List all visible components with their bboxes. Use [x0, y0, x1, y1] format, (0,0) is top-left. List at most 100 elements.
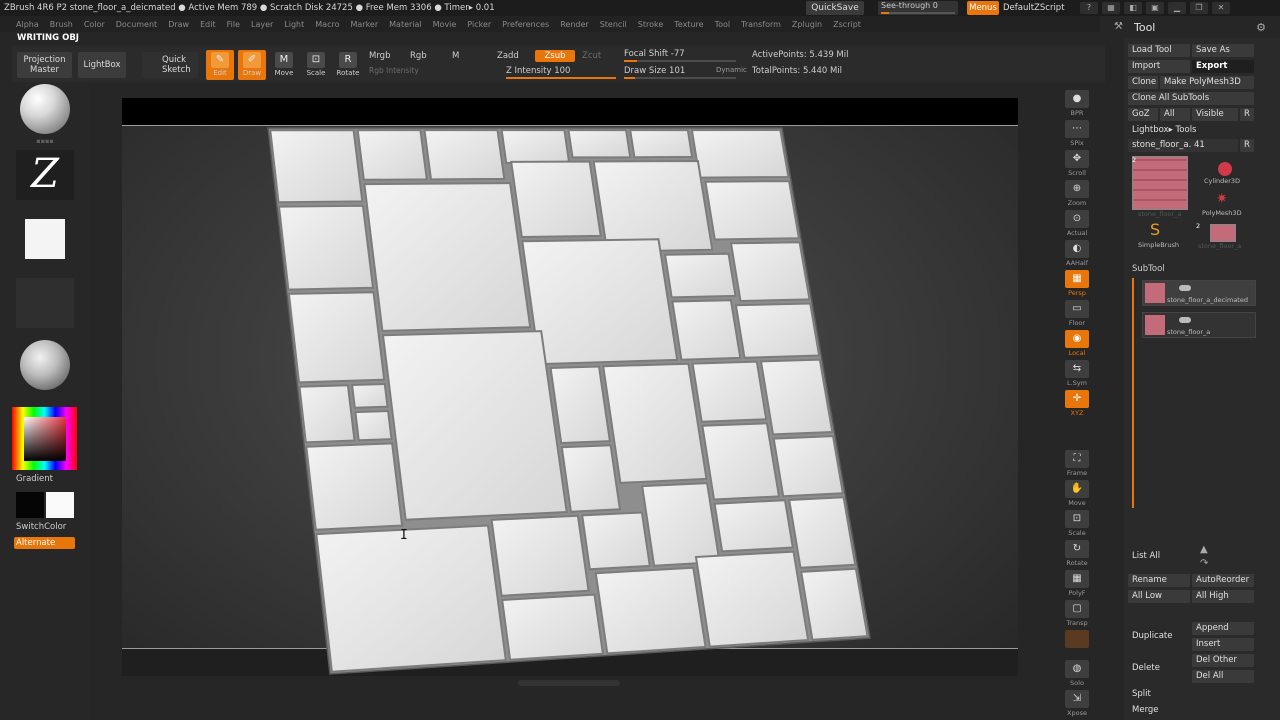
menu-item-edit[interactable]: Edit: [200, 20, 216, 29]
arrow-down-icon[interactable]: ↷: [1200, 558, 1208, 569]
shelf-frame-button[interactable]: ⛶ Frame: [1062, 448, 1092, 478]
scale-button[interactable]: ⊡ Scale: [302, 50, 330, 80]
append-button[interactable]: Append: [1192, 622, 1254, 635]
switch-color-button[interactable]: SwitchColor: [16, 522, 66, 532]
subtool-header[interactable]: SubTool: [1128, 264, 1256, 276]
shelf-spix-button[interactable]: ⋯ SPix: [1062, 118, 1092, 148]
arrow-up-icon[interactable]: ▲: [1200, 544, 1208, 555]
lock-icon[interactable]: ▣: [1146, 2, 1164, 14]
shelf-aahalf-button[interactable]: ◐ AAHalf: [1062, 238, 1092, 268]
merge-button[interactable]: Merge: [1128, 704, 1190, 717]
goz-all-button[interactable]: All: [1160, 108, 1190, 121]
shelf-actual-button[interactable]: ⊙ Actual: [1062, 208, 1092, 238]
menu-item-macro[interactable]: Macro: [315, 20, 339, 29]
delete-button[interactable]: Delete: [1128, 662, 1190, 675]
list-all-button[interactable]: List All: [1128, 550, 1190, 563]
menu-item-stroke[interactable]: Stroke: [638, 20, 664, 29]
secondary-color-swatch[interactable]: [46, 492, 74, 518]
menu-item-preferences[interactable]: Preferences: [502, 20, 549, 29]
zadd-button[interactable]: Zadd: [497, 51, 519, 61]
focal-shift-slider[interactable]: Focal Shift -77: [624, 49, 685, 59]
shelf-persp-button[interactable]: ▦ Persp: [1062, 268, 1092, 298]
cylinder3d-icon[interactable]: [1218, 162, 1232, 176]
menu-item-stencil[interactable]: Stencil: [600, 20, 627, 29]
shelf-lsym-button[interactable]: ⇆ L.Sym: [1062, 358, 1092, 388]
shelf-polyf-button[interactable]: ▦ PolyF: [1062, 568, 1092, 598]
shelf-scale-button[interactable]: ⊡ Scale: [1062, 508, 1092, 538]
dynamic-button[interactable]: Dynamic: [716, 66, 747, 74]
palette-icon[interactable]: ◧: [1124, 2, 1142, 14]
del-other-button[interactable]: Del Other: [1192, 654, 1254, 667]
visibility-eye-icon[interactable]: [1179, 317, 1191, 323]
shelf-xpose-button[interactable]: ⇲ Xpose: [1062, 688, 1092, 718]
shelf-xyz-button[interactable]: ✛ XYZ: [1062, 388, 1092, 418]
polymesh3d-icon[interactable]: ✷: [1216, 192, 1228, 206]
z-intensity-track[interactable]: [506, 77, 616, 79]
move-button[interactable]: M Move: [270, 50, 298, 80]
shelf-bpr-button[interactable]: ● BPR: [1062, 88, 1092, 118]
shelf-solo-button[interactable]: ◍ Solo: [1062, 658, 1092, 688]
gradient-button[interactable]: Gradient: [16, 474, 53, 484]
z-intensity-slider[interactable]: Z Intensity 100: [506, 66, 570, 76]
shelf-zoom-button[interactable]: ⊕ Zoom: [1062, 178, 1092, 208]
insert-button[interactable]: Insert: [1192, 638, 1254, 651]
edit-button[interactable]: ✎ Edit: [206, 50, 234, 80]
shelf-scroll-button[interactable]: ✥ Scroll: [1062, 148, 1092, 178]
m-button[interactable]: M: [452, 51, 459, 61]
make-polymesh-button[interactable]: Make PolyMesh3D: [1160, 76, 1254, 89]
del-all-button[interactable]: Del All: [1192, 670, 1254, 683]
rename-button[interactable]: Rename: [1128, 574, 1190, 587]
simplebrush-icon[interactable]: S: [1150, 222, 1160, 238]
texture-thumbnail[interactable]: [16, 278, 74, 330]
quicksave-button[interactable]: QuickSave: [806, 1, 864, 15]
menu-item-light[interactable]: Light: [284, 20, 304, 29]
goz-r-button[interactable]: R: [1240, 108, 1254, 121]
all-low-button[interactable]: All Low: [1128, 590, 1190, 603]
brush-thumbnail[interactable]: ▪▪▪▪: [16, 84, 74, 145]
split-button[interactable]: Split: [1128, 688, 1190, 701]
mrgb-button[interactable]: Mrgb: [369, 51, 390, 61]
menu-item-render[interactable]: Render: [560, 20, 588, 29]
menu-item-texture[interactable]: Texture: [674, 20, 703, 29]
zsub-button[interactable]: Zsub: [535, 50, 575, 62]
canvas-viewport[interactable]: I: [122, 98, 1018, 676]
shelf-move-button[interactable]: ✋ Move: [1062, 478, 1092, 508]
close-icon[interactable]: ✕: [1212, 2, 1230, 14]
see-through-slider[interactable]: See-through 0: [878, 1, 958, 15]
menu-item-color[interactable]: Color: [84, 20, 105, 29]
menu-item-draw[interactable]: Draw: [168, 20, 189, 29]
subtool-item[interactable]: stone_floor_a: [1142, 312, 1256, 338]
alpha-thumbnail[interactable]: [16, 214, 74, 266]
zcut-button[interactable]: Zcut: [582, 51, 601, 61]
projection-master-button[interactable]: Projection Master: [17, 52, 72, 78]
current-tool-slider[interactable]: stone_floor_a. 41: [1128, 139, 1238, 152]
clone-all-subtools-button[interactable]: Clone All SubTools: [1128, 92, 1254, 105]
menu-item-transform[interactable]: Transform: [741, 20, 781, 29]
menu-item-movie[interactable]: Movie: [433, 20, 457, 29]
subtool-list[interactable]: stone_floor_a_decimated stone_floor_a: [1132, 278, 1258, 508]
script-name[interactable]: DefaultZScript: [1003, 1, 1065, 15]
auto-reorder-button[interactable]: AutoReorder: [1192, 574, 1254, 587]
shelf-rotate-button[interactable]: ↻ Rotate: [1062, 538, 1092, 568]
menu-item-material[interactable]: Material: [389, 20, 422, 29]
import-button[interactable]: Import: [1128, 60, 1190, 73]
color-sv-square[interactable]: [24, 417, 66, 461]
shelf-transp-button[interactable]: ▢ Transp: [1062, 598, 1092, 628]
draw-size-track[interactable]: [624, 77, 736, 79]
tool-thumb-stone-floor[interactable]: [1132, 156, 1188, 210]
help-icon[interactable]: ?: [1080, 2, 1098, 14]
save-as-button[interactable]: Save As: [1192, 44, 1254, 57]
menu-item-brush[interactable]: Brush: [50, 20, 73, 29]
export-button[interactable]: Export: [1192, 60, 1254, 73]
shelf-local-button[interactable]: ◉ Local: [1062, 328, 1092, 358]
menu-item-layer[interactable]: Layer: [251, 20, 273, 29]
gear-icon[interactable]: ⚙: [1256, 21, 1266, 34]
minimize-icon[interactable]: ▁: [1168, 2, 1186, 14]
menu-item-tool[interactable]: Tool: [715, 20, 731, 29]
menu-item-marker[interactable]: Marker: [350, 20, 378, 29]
load-tool-button[interactable]: Load Tool: [1128, 44, 1190, 57]
restore-icon[interactable]: ❐: [1190, 2, 1208, 14]
rotate-button[interactable]: R Rotate: [334, 50, 362, 80]
menu-item-picker[interactable]: Picker: [467, 20, 491, 29]
menu-item-zscript[interactable]: Zscript: [833, 20, 861, 29]
